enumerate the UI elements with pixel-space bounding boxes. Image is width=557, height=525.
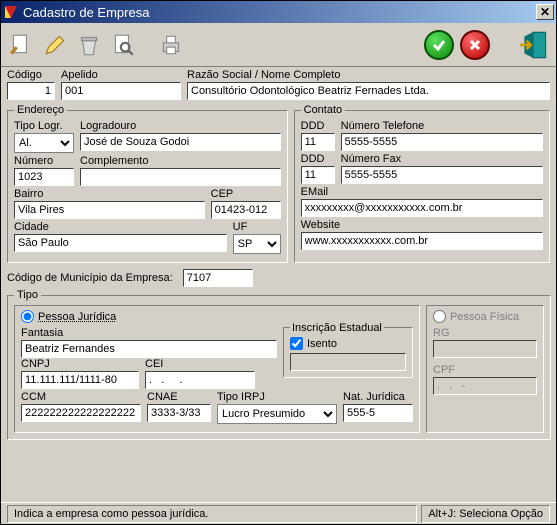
tipologr-label: Tipo Logr. [14, 120, 74, 132]
tel-input[interactable] [341, 133, 543, 151]
endereco-legend: Endereço [14, 104, 67, 116]
pf-radio[interactable] [433, 310, 446, 323]
cei-label: CEI [145, 358, 255, 370]
isento-checkbox[interactable] [290, 337, 303, 350]
rg-label: RG [433, 327, 537, 339]
pf-panel: Pessoa Física RG CPF [426, 305, 544, 433]
numtel-label: Número Telefone [341, 120, 543, 132]
confirm-button[interactable] [424, 30, 454, 60]
numero-input[interactable] [14, 168, 74, 186]
logradouro-label: Logradouro [80, 120, 281, 132]
cnae-input[interactable] [147, 404, 211, 422]
complemento-input[interactable] [80, 168, 281, 186]
apelido-label: Apelido [61, 69, 181, 81]
pj-radio[interactable] [21, 310, 34, 323]
pj-radio-label: Pessoa Jurídica [38, 311, 116, 323]
cpf-label: CPF [433, 364, 537, 376]
tipo-group: Tipo Pessoa Jurídica Fantasia [7, 289, 551, 440]
fax-input[interactable] [341, 166, 543, 184]
ddd-tel-label: DDD [301, 120, 335, 132]
window: Cadastro de Empresa ✕ Código Apelido Raz… [0, 0, 557, 525]
contato-legend: Contato [301, 104, 346, 116]
endereco-group: Endereço Tipo Logr. Al. Logradouro Númer… [7, 104, 288, 263]
logradouro-input[interactable] [80, 133, 281, 151]
website-input[interactable] [301, 232, 543, 250]
close-button[interactable]: ✕ [536, 4, 554, 20]
cnpj-input[interactable] [21, 371, 139, 389]
delete-button[interactable] [73, 29, 105, 61]
apelido-input[interactable] [61, 82, 181, 100]
razao-input[interactable] [187, 82, 550, 100]
pj-panel: Pessoa Jurídica Fantasia Inscrição Estad… [14, 305, 420, 433]
insc-est-legend: Inscrição Estadual [290, 322, 384, 334]
search-button[interactable] [107, 29, 139, 61]
uf-select[interactable]: SP [233, 234, 281, 254]
toolbar [1, 23, 556, 67]
insc-est-input [290, 353, 406, 371]
ccm-label: CCM [21, 391, 141, 403]
titlebar: Cadastro de Empresa ✕ [1, 1, 556, 23]
cep-label: CEP [211, 188, 281, 200]
codigo-input[interactable] [7, 82, 55, 100]
cancel-button[interactable] [460, 30, 490, 60]
ddd-tel-input[interactable] [301, 133, 335, 151]
numfax-label: Número Fax [341, 153, 543, 165]
new-button[interactable] [5, 29, 37, 61]
contato-group: Contato DDD Número Telefone DDD [294, 104, 550, 263]
cidade-input[interactable] [14, 234, 227, 252]
rg-input [433, 340, 537, 358]
codigo-label: Código [7, 69, 55, 81]
cnpj-label: CNPJ [21, 358, 139, 370]
numero-label: Número [14, 155, 74, 167]
window-title: Cadastro de Empresa [23, 5, 536, 20]
tipoirpj-label: Tipo IRPJ [217, 391, 337, 403]
print-button[interactable] [155, 29, 187, 61]
bairro-label: Bairro [14, 188, 205, 200]
status-right: Alt+J: Seleciona Opção [421, 505, 550, 523]
complemento-label: Complemento [80, 155, 281, 167]
website-label: Website [301, 219, 543, 231]
isento-label: Isento [307, 338, 337, 350]
ddd-fax-input[interactable] [301, 166, 335, 184]
fantasia-label: Fantasia [21, 327, 277, 339]
tipologr-select[interactable]: Al. [14, 133, 74, 153]
cpf-input [433, 377, 537, 395]
codmun-label: Código de Município da Empresa: [7, 272, 173, 284]
status-left: Indica a empresa como pessoa jurídica. [7, 505, 417, 523]
bairro-input[interactable] [14, 201, 205, 219]
statusbar: Indica a empresa como pessoa jurídica. A… [1, 502, 556, 524]
uf-label: UF [233, 221, 281, 233]
app-logo-icon [3, 4, 19, 20]
cnae-label: CNAE [147, 391, 211, 403]
edit-button[interactable] [39, 29, 71, 61]
ccm-input[interactable] [21, 404, 141, 422]
insc-est-group: Inscrição Estadual Isento [283, 327, 413, 378]
email-label: EMail [301, 186, 543, 198]
ddd-fax-label: DDD [301, 153, 335, 165]
email-input[interactable] [301, 199, 543, 217]
natjur-label: Nat. Jurídica [343, 391, 413, 403]
fantasia-input[interactable] [21, 340, 277, 358]
codmun-input[interactable] [183, 269, 253, 287]
natjur-input[interactable] [343, 404, 413, 422]
tipo-legend: Tipo [14, 289, 41, 301]
tipoirpj-select[interactable]: Lucro Presumido [217, 404, 337, 424]
cep-input[interactable] [211, 201, 281, 219]
exit-button[interactable] [518, 28, 552, 62]
pf-radio-label: Pessoa Física [450, 311, 519, 323]
cei-input[interactable] [145, 371, 255, 389]
razao-label: Razão Social / Nome Completo [187, 69, 550, 81]
form-content: Código Apelido Razão Social / Nome Compl… [1, 67, 556, 502]
cidade-label: Cidade [14, 221, 227, 233]
